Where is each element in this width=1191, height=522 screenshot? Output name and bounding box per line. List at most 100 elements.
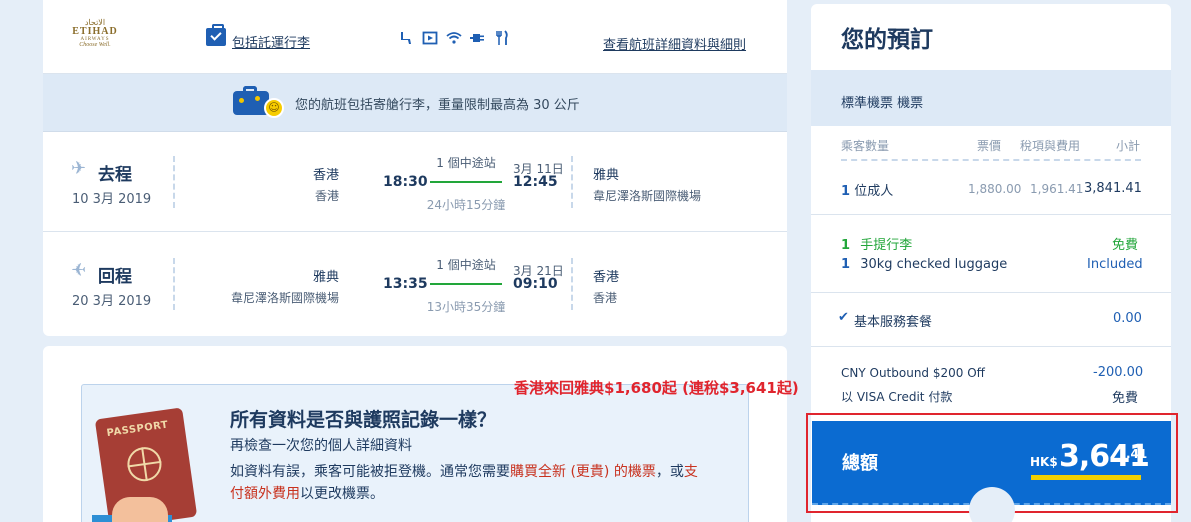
origin-city: 雅典 (312, 270, 339, 285)
wifi-icon (445, 30, 463, 48)
header-subtotal: 小計 (1116, 139, 1141, 153)
promo-banner: 香港來回雅典$1,680起 (連稅$3,641起) (514, 379, 799, 397)
body-text: ，或 (655, 464, 684, 480)
total-underline (1031, 475, 1141, 480)
payment-value: 免費 (1112, 391, 1139, 406)
duration: 24小時15分鐘 (426, 198, 506, 212)
ticket-type-band: 標準機票 機票 (811, 70, 1171, 126)
baggage-notice-band: ☺ 您的航班包括寄艙行李，重量限制最高為 30 公斤 (43, 74, 787, 132)
destination-airport: 韋尼澤洛斯國際機場 (593, 189, 702, 203)
checked-price: Included (1087, 257, 1143, 272)
hand-luggage-count: 1 (841, 238, 851, 253)
screen-icon (421, 30, 439, 48)
seat-icon (396, 30, 414, 48)
origin-city: 香港 (312, 168, 339, 183)
divider (811, 214, 1171, 215)
total-currency: HK$ (1030, 455, 1058, 469)
adult-label: 位成人 (854, 184, 894, 199)
body-text: 以更改機票。 (300, 486, 384, 502)
taxes-value: 1,961.41 (1030, 182, 1084, 196)
route-line (430, 181, 502, 183)
total-label: 總額 (842, 453, 878, 474)
hand-luggage-price: 免費 (1112, 238, 1139, 253)
buy-new-ticket-text: 購買全新 (更貴) 的機票 (510, 464, 656, 480)
destination-city: 香港 (593, 270, 620, 285)
passport-check-subtitle: 再檢查一次您的個人詳細資料 (230, 438, 412, 454)
baggage-notice-text: 您的航班包括寄艙行李，重量限制最高為 30 公斤 (295, 98, 580, 113)
outbound-leg: ✈ 去程 10 3月 2019 香港 香港 18:30 1 個中途站 24小時1… (43, 132, 787, 232)
total-bar: 總額 HK$ 3,641 .41 (812, 421, 1171, 522)
passport-check-title: 所有資料是否與護照記錄一樣？ (230, 409, 497, 431)
destination-airport: 香港 (593, 291, 618, 305)
origin: 香港 香港 (243, 164, 339, 204)
logo-tagline: Choose Well. (79, 42, 111, 48)
body-text: 如資料有誤，乘客可能被拒登機。通常您需要 (230, 464, 510, 480)
arrive-time: 12:45 (513, 174, 558, 190)
destination: 雅典 韋尼澤洛斯國際機場 (593, 164, 701, 204)
suitcase-icon (233, 86, 269, 116)
divider (811, 292, 1171, 293)
passport-check-panel: PASSPORT 所有資料是否與護照記錄一樣？ 再檢查一次您的個人詳細資料 如資… (81, 384, 749, 522)
power-icon (469, 30, 487, 48)
ticket-type: 標準機票 機票 (841, 96, 924, 111)
hand-luggage-row: 1 手提行李 (841, 234, 912, 253)
hand-illustration (112, 497, 168, 522)
arrive-time: 09:10 (513, 276, 558, 292)
divider (571, 156, 573, 208)
leg-title: 去程 (98, 165, 132, 185)
smiley-icon: ☺ (264, 98, 284, 118)
etihad-logo: الاتحاد ETIHAD AIRWAYS Choose Well. (71, 18, 119, 58)
depart-time: 13:35 (383, 276, 428, 292)
passport-check-card: PASSPORT 所有資料是否與護照記錄一樣？ 再檢查一次您的個人詳細資料 如資… (43, 346, 787, 522)
fare-value: 1,880.00 (968, 182, 1022, 196)
payment-label: 以 VISA Credit 付款 (841, 390, 953, 404)
leg-date: 10 3月 2019 (72, 192, 152, 207)
header-taxes: 稅項與費用 (1020, 139, 1081, 153)
total-cents: .41 (1126, 447, 1148, 461)
origin: 雅典 韋尼澤洛斯國際機場 (193, 266, 339, 306)
check-icon: ✔ (838, 310, 849, 325)
stops: 1 個中途站 (436, 156, 496, 170)
baggage-check-icon (206, 24, 226, 46)
leg-title: 回程 (98, 267, 132, 287)
airline-row: الاتحاد ETIHAD AIRWAYS Choose Well. 包括託運… (43, 8, 787, 74)
destination: 香港 香港 (593, 266, 619, 306)
discount-value: -200.00 (1093, 365, 1144, 380)
discount-label: CNY Outbound $200 Off (841, 366, 985, 380)
stops: 1 個中途站 (436, 258, 496, 272)
checked-luggage-row: 1 30kg checked luggage (841, 257, 1007, 272)
meal-icon (493, 30, 511, 48)
divider (173, 156, 175, 208)
divider (571, 258, 573, 310)
hand-luggage-label: 手提行李 (860, 238, 913, 253)
depart-time: 18:30 (383, 174, 428, 190)
origin-airport: 香港 (314, 189, 339, 203)
service-label: 基本服務套餐 (854, 315, 933, 330)
leg-date: 20 3月 2019 (72, 294, 152, 309)
route-line (430, 283, 502, 285)
header-passengers: 乘客數量 (841, 139, 890, 153)
plane-return-icon: ✈ (71, 260, 87, 281)
header-fare: 票價 (977, 139, 1002, 153)
checked-count: 1 (841, 257, 851, 272)
duration: 13小時35分鐘 (426, 300, 506, 314)
origin-airport: 韋尼澤洛斯國際機場 (230, 291, 339, 305)
divider (811, 346, 1171, 347)
plane-depart-icon: ✈ (71, 158, 87, 179)
checked-label: 30kg checked luggage (860, 257, 1008, 272)
logo-name: ETIHAD (72, 26, 118, 37)
destination-city: 雅典 (593, 168, 620, 183)
service-price: 0.00 (1113, 311, 1142, 326)
divider (173, 258, 175, 310)
adult-row: 1 位成人 (841, 180, 893, 199)
return-leg: ✈ 回程 20 3月 2019 雅典 韋尼澤洛斯國際機場 13:35 1 個中途… (43, 234, 787, 334)
subtotal-value: 3,841.41 (1084, 181, 1142, 196)
flight-details-link[interactable]: 查看航班詳細資料與細則 (603, 34, 746, 53)
expand-toggle[interactable] (969, 487, 1015, 522)
passport-check-body: 如資料有誤，乘客可能被拒登機。通常您需要購買全新 (更貴) 的機票，或支付額外費… (230, 461, 710, 505)
flight-card: الاتحاد ETIHAD AIRWAYS Choose Well. 包括託運… (43, 0, 787, 336)
baggage-included-link[interactable]: 包括託運行李 (232, 32, 310, 51)
header-divider (841, 159, 1141, 161)
passport-label: PASSPORT (106, 419, 170, 440)
summary-title: 您的預訂 (841, 27, 933, 53)
